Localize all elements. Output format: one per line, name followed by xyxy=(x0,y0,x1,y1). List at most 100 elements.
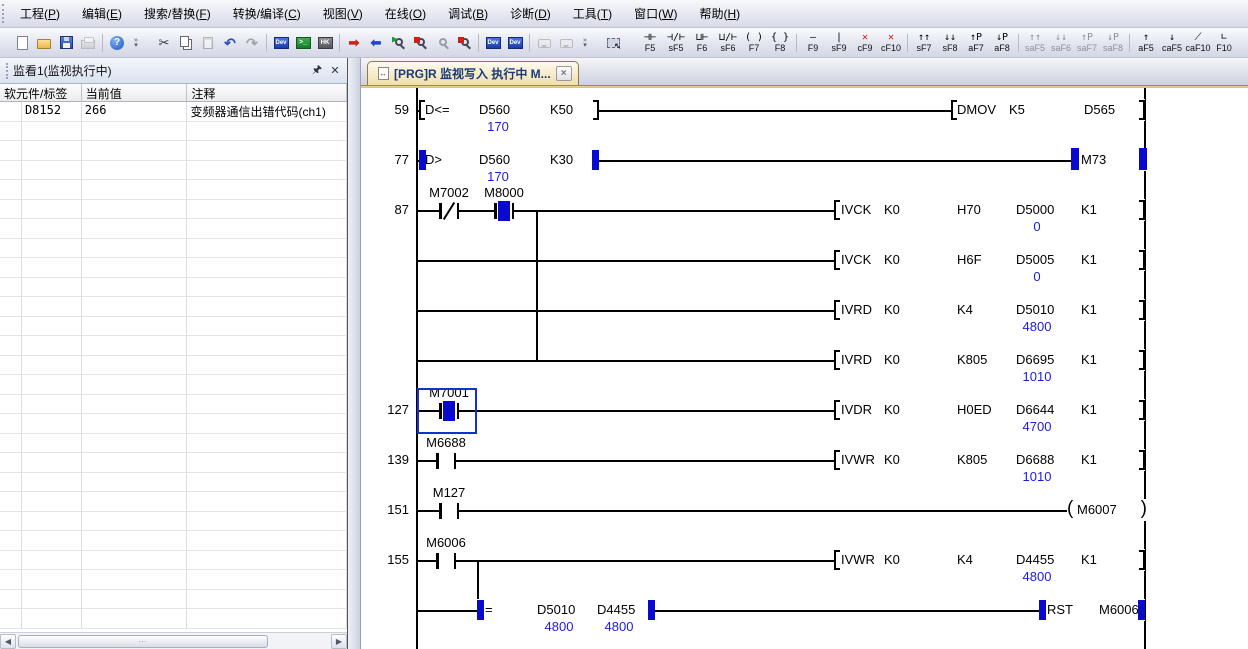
coil-m73[interactable]: (M73) xyxy=(1071,149,1147,171)
value-cell[interactable] xyxy=(82,414,188,434)
device-cell[interactable] xyxy=(22,512,82,532)
watch-column-header[interactable]: 注释 xyxy=(187,84,347,101)
value-cell[interactable] xyxy=(82,297,188,317)
table-row[interactable] xyxy=(0,356,347,376)
watch-column-header[interactable]: 当前值 xyxy=(82,84,188,101)
ladder-symbol-button-cF10[interactable]: ✕cF10 xyxy=(878,30,904,56)
device-cell[interactable] xyxy=(22,200,82,220)
device-cell[interactable] xyxy=(22,219,82,239)
ladder-symbol-button-caF5[interactable]: ↓caF5 xyxy=(1159,30,1185,56)
value-cell[interactable] xyxy=(82,258,188,278)
table-row[interactable] xyxy=(0,219,347,239)
comment-cell[interactable]: 变频器通信出错代码(ch1) xyxy=(187,102,347,122)
value-cell[interactable] xyxy=(82,395,188,415)
instruction-block[interactable]: DMOVK5D565 xyxy=(951,99,1145,121)
row-margin-cell[interactable] xyxy=(0,395,22,415)
value-cell[interactable] xyxy=(82,375,188,395)
selection-mode-icon[interactable] xyxy=(602,32,624,54)
menu-item-e[interactable]: 编辑(E) xyxy=(71,0,133,27)
row-margin-cell[interactable] xyxy=(0,239,22,259)
monitor-stop-icon[interactable] xyxy=(409,32,431,54)
row-margin-cell[interactable] xyxy=(0,473,22,493)
value-cell[interactable] xyxy=(82,161,188,181)
ladder-symbol-button-sF6[interactable]: ⊔/⊢sF6 xyxy=(715,30,741,56)
device-batch-monitor-icon[interactable]: Dev xyxy=(482,32,504,54)
device-cell[interactable] xyxy=(22,278,82,298)
comment-cell[interactable] xyxy=(187,375,347,395)
table-row[interactable] xyxy=(0,453,347,473)
menu-item-d[interactable]: 诊断(D) xyxy=(499,0,562,27)
value-cell[interactable] xyxy=(82,434,188,454)
menu-item-h[interactable]: 帮助(H) xyxy=(688,0,751,27)
watch-column-header[interactable]: 软元件/标签 xyxy=(0,84,82,101)
open-file-icon[interactable] xyxy=(33,32,55,54)
comment-cell[interactable] xyxy=(187,336,347,356)
table-row[interactable] xyxy=(0,297,347,317)
row-margin-cell[interactable] xyxy=(0,551,22,571)
row-margin-cell[interactable] xyxy=(0,297,22,317)
modify-value-icon[interactable]: Dev xyxy=(504,32,526,54)
ladder-symbol-button-F6[interactable]: ⊔⊢F6 xyxy=(689,30,715,56)
row-margin-cell[interactable] xyxy=(0,453,22,473)
contact-m8000[interactable] xyxy=(494,202,514,220)
menu-item-t[interactable]: 工具(T) xyxy=(562,0,623,27)
device-cell[interactable] xyxy=(22,258,82,278)
value-cell[interactable]: 266 xyxy=(82,102,188,122)
contact-m7002[interactable] xyxy=(439,202,459,220)
comment-cell[interactable] xyxy=(187,531,347,551)
row-margin-cell[interactable] xyxy=(0,122,22,142)
instruction-block[interactable]: IVCKK0H70D5000K1 xyxy=(834,199,1145,221)
comment-cell[interactable] xyxy=(187,200,347,220)
table-row[interactable] xyxy=(0,200,347,220)
ladder-symbol-button-F10[interactable]: ∟F10 xyxy=(1211,30,1237,56)
row-margin-cell[interactable] xyxy=(0,512,22,532)
row-margin-cell[interactable] xyxy=(0,590,22,610)
pin-icon[interactable]: 🖈 xyxy=(309,63,325,78)
value-cell[interactable] xyxy=(82,453,188,473)
value-cell[interactable] xyxy=(82,239,188,259)
instruction-block[interactable]: =D5010D4455 xyxy=(477,599,655,621)
value-cell[interactable] xyxy=(82,570,188,590)
comment-cell[interactable] xyxy=(187,551,347,571)
row-margin-cell[interactable] xyxy=(0,161,22,181)
comment-cell[interactable] xyxy=(187,570,347,590)
device-cell[interactable] xyxy=(22,492,82,512)
device-cell[interactable] xyxy=(22,570,82,590)
table-row[interactable] xyxy=(0,492,347,512)
value-cell[interactable] xyxy=(82,336,188,356)
table-row[interactable] xyxy=(0,590,347,610)
instruction-block[interactable]: IVRDK0K4D5010K1 xyxy=(834,299,1145,321)
ladder-symbol-button-caF10[interactable]: ⟋caF10 xyxy=(1185,30,1211,56)
menu-item-v[interactable]: 视图(V) xyxy=(312,0,374,27)
device-cell[interactable] xyxy=(22,434,82,454)
comment-cell[interactable] xyxy=(187,258,347,278)
tab-close-icon[interactable]: × xyxy=(556,66,572,81)
comment-cell[interactable] xyxy=(187,453,347,473)
device-cell[interactable] xyxy=(22,336,82,356)
scroll-right-arrow-icon[interactable]: ▶ xyxy=(331,634,347,649)
device-cell[interactable] xyxy=(22,297,82,317)
scroll-left-arrow-icon[interactable]: ◀ xyxy=(0,634,16,649)
device-cell[interactable] xyxy=(22,375,82,395)
instruction-block[interactable]: IVWRK0K4D4455K1 xyxy=(834,549,1145,571)
instruction-block[interactable]: IVRDK0K805D6695K1 xyxy=(834,349,1145,371)
device-cell[interactable] xyxy=(22,141,82,161)
comment-cell[interactable] xyxy=(187,297,347,317)
comment-cell[interactable] xyxy=(187,219,347,239)
comment-cell[interactable] xyxy=(187,161,347,181)
value-cell[interactable] xyxy=(82,512,188,532)
instruction-block[interactable]: D>D560K30 xyxy=(419,149,599,171)
device-cell[interactable] xyxy=(22,531,82,551)
table-row[interactable]: D8152266变频器通信出错代码(ch1) xyxy=(0,102,347,122)
ladder-symbol-button-aF7[interactable]: ↑PaF7 xyxy=(963,30,989,56)
monitor-start-icon[interactable] xyxy=(387,32,409,54)
ladder-logic-test-icon[interactable]: >_ xyxy=(292,32,314,54)
row-margin-cell[interactable] xyxy=(0,336,22,356)
comment-cell[interactable] xyxy=(187,492,347,512)
comment-cell[interactable] xyxy=(187,434,347,454)
ladder-symbol-button-cF9[interactable]: ✕cF9 xyxy=(852,30,878,56)
watch-h-scrollbar[interactable]: ◀ ⋯ ▶ xyxy=(0,632,347,649)
row-margin-cell[interactable] xyxy=(0,434,22,454)
device-cell[interactable] xyxy=(22,473,82,493)
value-cell[interactable] xyxy=(82,609,188,629)
